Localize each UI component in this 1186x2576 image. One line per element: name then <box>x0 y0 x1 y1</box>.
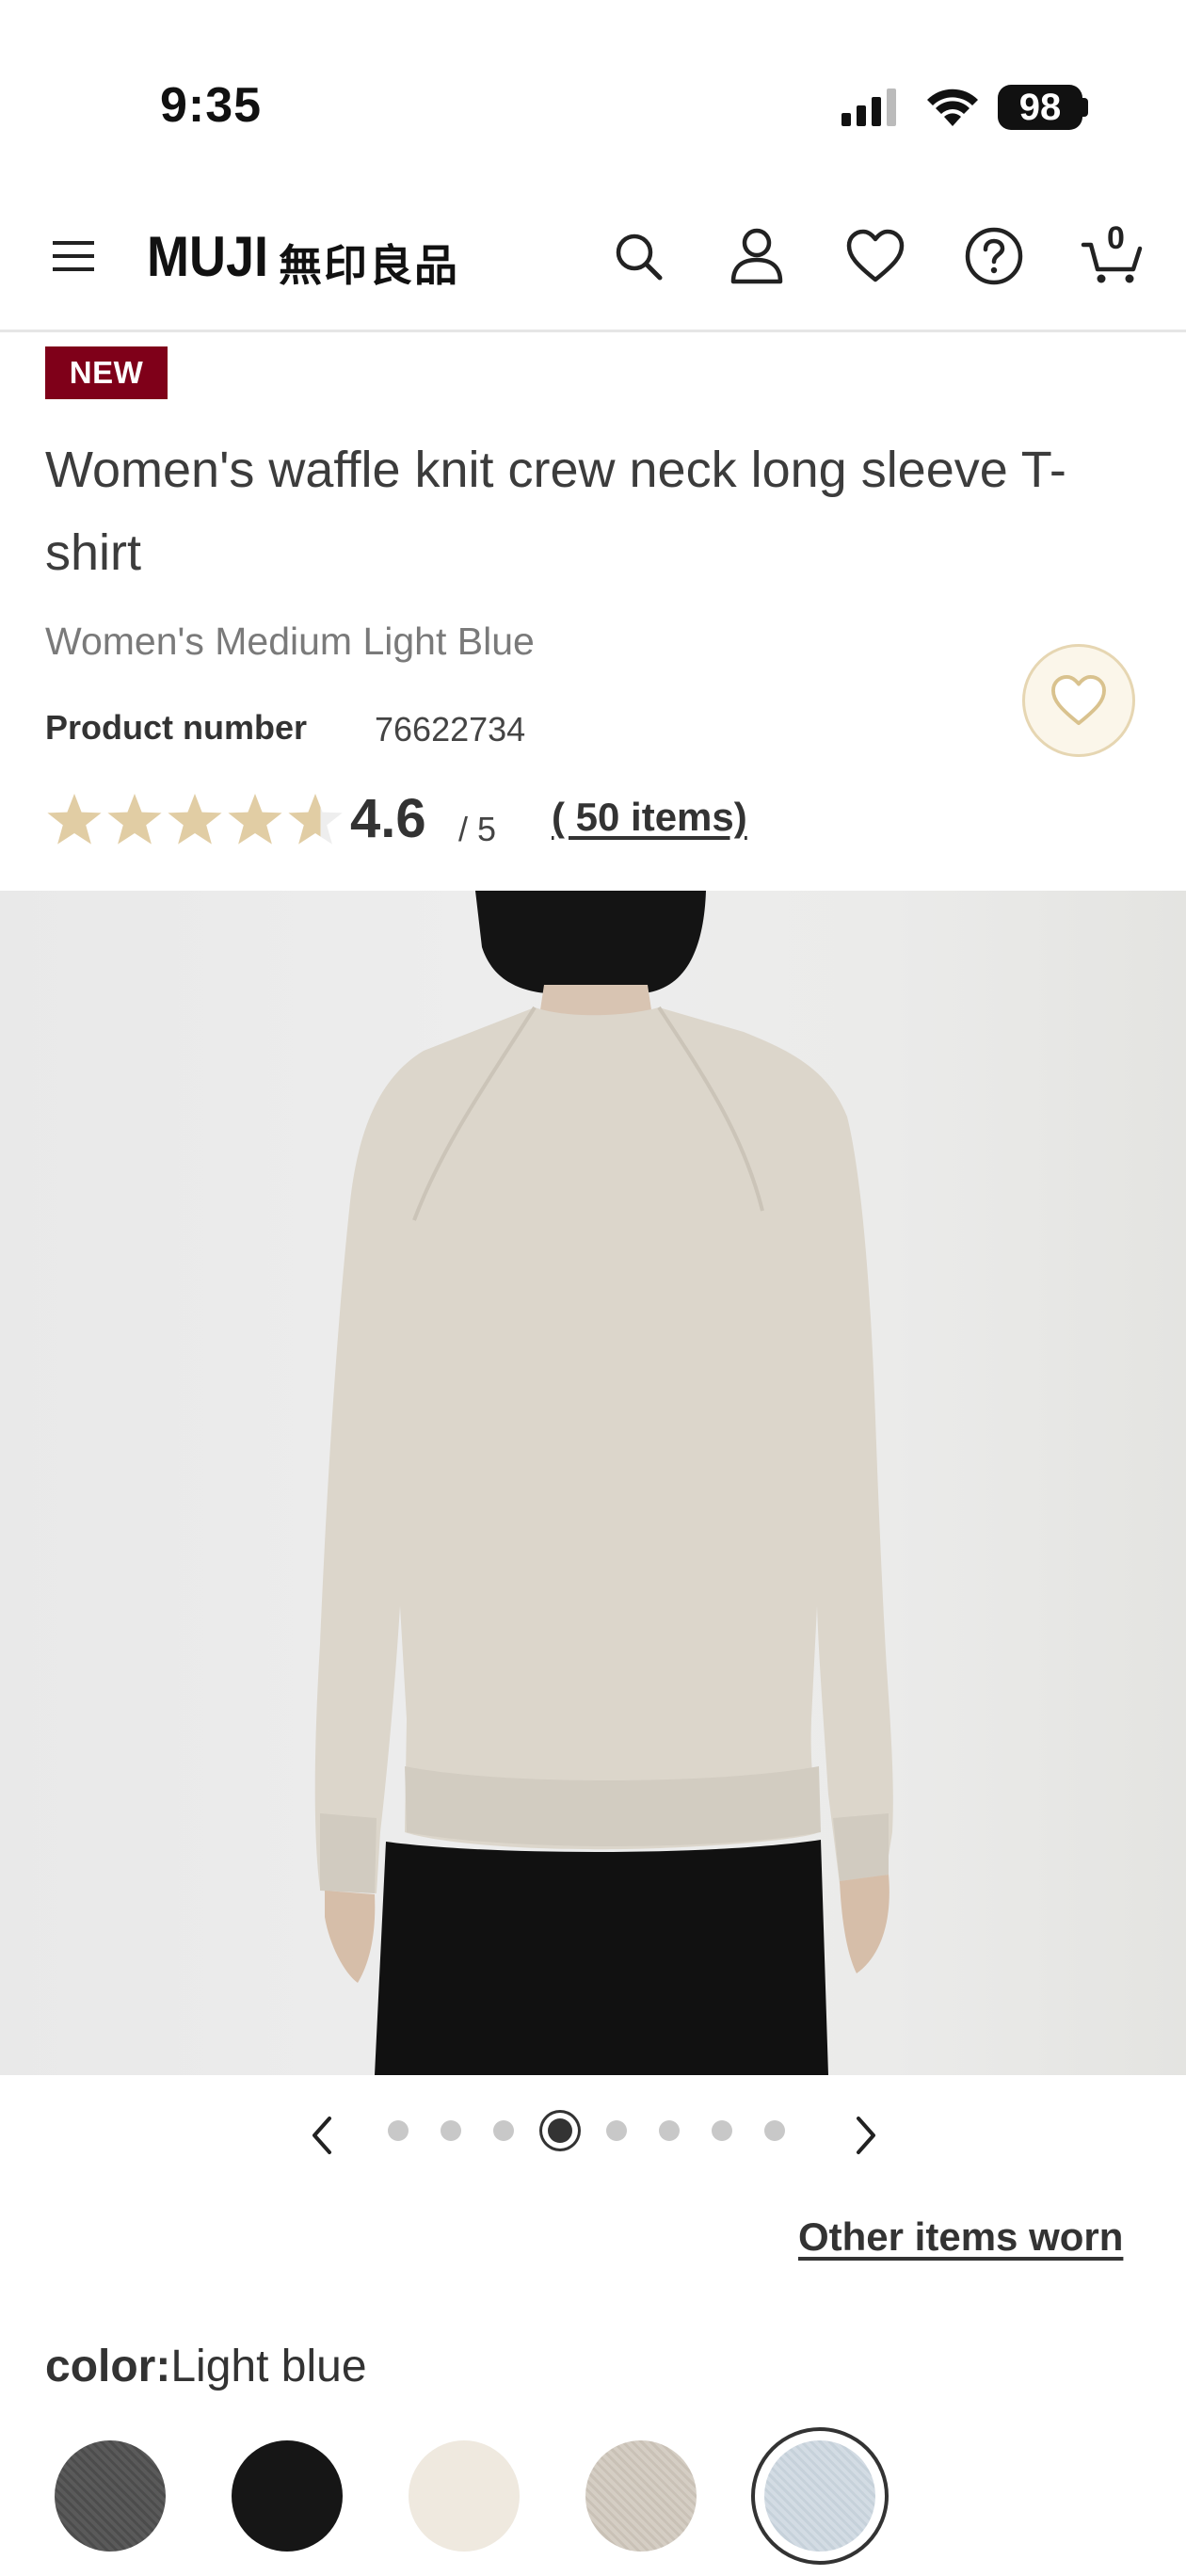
star-icon <box>228 794 282 845</box>
color-swatch-off-white[interactable] <box>409 2440 520 2552</box>
color-swatch-light-blue[interactable] <box>764 2440 875 2552</box>
product-number-value: 76622734 <box>375 710 526 749</box>
cart-icon[interactable]: 0 <box>1073 217 1152 296</box>
carousel-prev-button[interactable] <box>294 2107 350 2164</box>
carousel-dot[interactable] <box>764 2120 785 2141</box>
cart-count: 0 <box>1107 220 1125 256</box>
chevron-left-icon <box>313 2117 331 2154</box>
color-selection-label: color:Light blue <box>45 2341 367 2392</box>
carousel-dot[interactable] <box>441 2120 461 2141</box>
color-swatch-black[interactable] <box>232 2440 343 2552</box>
new-badge: NEW <box>45 346 168 399</box>
rating-value: 4.6 <box>350 788 426 849</box>
product-photo-illustration <box>314 891 893 2075</box>
color-label-key: color: <box>45 2342 171 2391</box>
carousel-dot[interactable] <box>548 2118 572 2143</box>
muji-logo-jp[interactable]: 無印良品 <box>279 232 459 294</box>
chevron-right-icon <box>857 2117 875 2154</box>
account-icon[interactable] <box>717 217 796 296</box>
carousel-dot[interactable] <box>659 2120 680 2141</box>
heart-icon[interactable] <box>836 217 915 296</box>
carousel-dot[interactable] <box>388 2120 409 2141</box>
rating-stars <box>45 791 345 851</box>
carousel-dot[interactable] <box>493 2120 514 2141</box>
header-divider <box>0 330 1186 332</box>
product-image[interactable] <box>0 891 1186 2075</box>
carousel-dot[interactable] <box>712 2120 732 2141</box>
product-subtitle: Women's Medium Light Blue <box>45 620 535 663</box>
menu-icon[interactable] <box>34 217 113 296</box>
add-to-favorites-button[interactable] <box>1022 644 1135 757</box>
muji-logo[interactable]: MUJI <box>147 224 268 289</box>
cellular-signal-icon <box>841 89 900 131</box>
carousel-next-button[interactable] <box>838 2107 894 2164</box>
battery-icon: 98 <box>998 85 1082 130</box>
star-icon <box>107 794 162 845</box>
color-swatch-oatmeal[interactable] <box>585 2440 697 2552</box>
star-icon <box>168 794 222 845</box>
product-number-label: Product number <box>45 708 308 747</box>
carousel-dots <box>388 2118 785 2143</box>
search-icon[interactable] <box>599 217 678 296</box>
help-icon[interactable] <box>954 217 1034 296</box>
rating-scale: / 5 <box>458 810 497 848</box>
other-items-worn-link[interactable]: Other items worn <box>798 2214 1123 2260</box>
color-swatch-charcoal[interactable] <box>55 2440 166 2552</box>
product-title: Women's waffle knit crew neck long sleev… <box>45 442 1066 581</box>
wifi-icon <box>924 85 981 133</box>
battery-tip <box>1082 98 1088 117</box>
carousel-dot[interactable] <box>606 2120 627 2141</box>
color-label-value: Light blue <box>170 2342 367 2391</box>
status-time: 9:35 <box>160 78 263 133</box>
heart-icon <box>1051 674 1106 726</box>
reviews-link[interactable]: ( 50 items) <box>552 795 747 840</box>
star-icon <box>288 794 343 845</box>
star-icon <box>47 794 102 845</box>
